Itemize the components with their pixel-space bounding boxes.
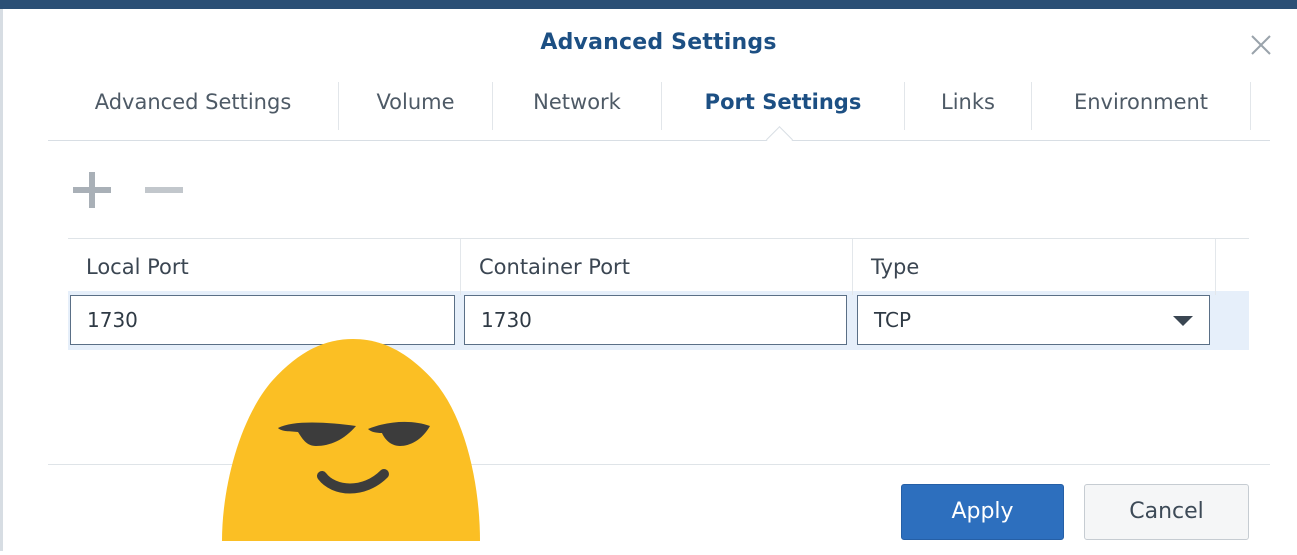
dialog-title: Advanced Settings xyxy=(540,30,777,55)
minus-icon[interactable] xyxy=(142,168,186,212)
column-header-type[interactable]: Type xyxy=(871,239,919,295)
tab-links[interactable]: Links xyxy=(905,76,1031,128)
tab-volume[interactable]: Volume xyxy=(339,76,492,128)
port-table: Local Port Container Port Type 1730 1730… xyxy=(68,238,1249,351)
cancel-button[interactable]: Cancel xyxy=(1084,484,1249,540)
column-divider xyxy=(1215,239,1216,295)
window-left-edge xyxy=(0,9,3,551)
column-divider xyxy=(460,239,461,295)
window-top-border xyxy=(0,0,1297,9)
column-header-local-port[interactable]: Local Port xyxy=(86,239,189,295)
type-select[interactable]: TCP xyxy=(857,295,1210,345)
plus-icon[interactable] xyxy=(70,168,114,212)
type-select-value: TCP xyxy=(874,308,912,332)
container-port-input[interactable]: 1730 xyxy=(464,295,847,345)
tab-divider xyxy=(1250,82,1251,130)
apply-button[interactable]: Apply xyxy=(901,484,1064,540)
tab-environment[interactable]: Environment xyxy=(1032,76,1250,128)
chevron-down-icon xyxy=(1173,316,1193,326)
close-icon[interactable] xyxy=(1246,30,1276,60)
column-header-container-port[interactable]: Container Port xyxy=(479,239,630,295)
column-divider xyxy=(852,239,853,295)
tab-port-settings[interactable]: Port Settings xyxy=(662,76,904,128)
tab-advanced-settings[interactable]: Advanced Settings xyxy=(48,76,338,128)
smirking-face-icon xyxy=(218,336,488,551)
tab-network[interactable]: Network xyxy=(493,76,661,128)
tab-bar: Advanced Settings Volume Network Port Se… xyxy=(48,76,1270,141)
